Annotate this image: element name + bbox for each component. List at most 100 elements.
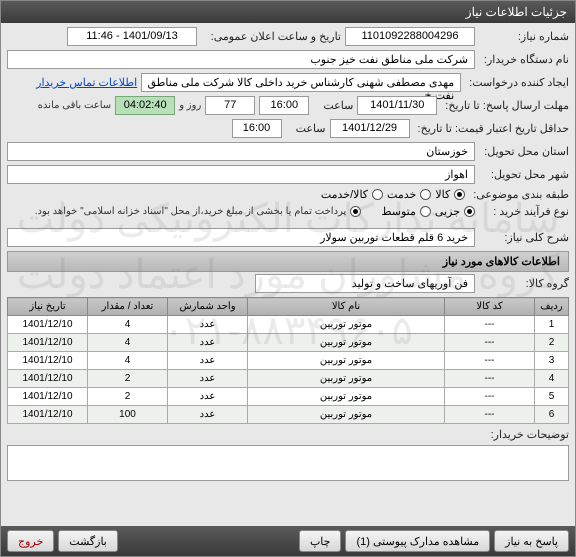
table-cell: 2	[88, 370, 168, 388]
table-cell: ---	[445, 352, 535, 370]
field-time-remain: 04:02:40	[115, 96, 175, 115]
window: جزئیات اطلاعات نیاز سامانه تدارکات الکتر…	[0, 0, 576, 557]
table-cell: عدد	[168, 352, 248, 370]
table-cell: ---	[445, 334, 535, 352]
print-button[interactable]: چاپ	[299, 530, 342, 552]
table-cell: عدد	[168, 406, 248, 424]
radio-payment[interactable]	[350, 206, 361, 217]
table-row[interactable]: 4---موتور توربینعدد21401/12/10	[8, 370, 569, 388]
table-cell: 1401/12/10	[8, 352, 88, 370]
table-cell: 1401/12/10	[8, 316, 88, 334]
radio-kala-label: کالا	[435, 188, 450, 201]
th-unit[interactable]: واحد شمارش	[168, 298, 248, 316]
contact-link[interactable]: اطلاعات تماس خریدار	[36, 76, 137, 89]
table-cell: 2	[535, 334, 569, 352]
field-validity-date: 1401/12/29	[330, 119, 410, 138]
radio-partial[interactable]	[464, 206, 475, 217]
label-validity: حداقل تاریخ اعتبار قیمت: تا تاریخ:	[414, 122, 569, 135]
footer-toolbar: پاسخ به نیاز مشاهده مدارک پیوستی (1) چاپ…	[1, 526, 575, 556]
reply-button[interactable]: پاسخ به نیاز	[494, 530, 569, 552]
radio-kala[interactable]	[454, 189, 465, 200]
exit-button[interactable]: خروج	[7, 530, 54, 552]
label-hour1: ساعت	[313, 99, 353, 112]
field-deadline-date: 1401/11/30	[357, 96, 437, 115]
table-cell: 1401/12/10	[8, 370, 88, 388]
field-need-summary: خرید 6 قلم قطعات توربین سولار	[7, 228, 475, 247]
window-title: جزئیات اطلاعات نیاز	[466, 5, 567, 19]
table-row[interactable]: 6---موتور توربینعدد1001401/12/10	[8, 406, 569, 424]
label-city: شهر محل تحویل:	[479, 168, 569, 181]
label-public-date: تاریخ و ساعت اعلان عمومی:	[201, 30, 341, 43]
label-need-summary: شرح کلی نیاز:	[479, 231, 569, 244]
goods-section-header: اطلاعات کالاهای مورد نیاز	[7, 251, 569, 272]
radio-medium[interactable]	[420, 206, 431, 217]
field-need-no: 1101092288004296	[345, 27, 475, 46]
th-row[interactable]: ردیف	[535, 298, 569, 316]
table-cell: 100	[88, 406, 168, 424]
buyer-notes-textarea[interactable]	[7, 445, 569, 481]
label-requester: ایجاد کننده درخواست:	[465, 76, 569, 89]
label-need-no: شماره نیاز:	[479, 30, 569, 43]
table-cell: عدد	[168, 370, 248, 388]
field-days-remain: 77	[205, 96, 255, 115]
payment-note: پرداخت تمام یا بخشی از مبلغ خرید،از محل …	[35, 206, 347, 217]
th-date[interactable]: تاریخ نیاز	[8, 298, 88, 316]
th-name[interactable]: نام کالا	[248, 298, 445, 316]
radio-medium-label: متوسط	[381, 205, 416, 218]
label-province: استان محل تحویل:	[479, 145, 569, 158]
table-row[interactable]: 3---موتور توربینعدد41401/12/10	[8, 352, 569, 370]
table-cell: 1401/12/10	[8, 388, 88, 406]
attachments-button[interactable]: مشاهده مدارک پیوستی (1)	[345, 530, 490, 552]
table-cell: 6	[535, 406, 569, 424]
radio-service-label: خدمت	[387, 188, 416, 201]
field-city: اهواز	[7, 165, 475, 184]
table-cell: ---	[445, 406, 535, 424]
table-row[interactable]: 5---موتور توربینعدد21401/12/10	[8, 388, 569, 406]
table-cell: موتور توربین	[248, 316, 445, 334]
label-day: روز و	[179, 100, 201, 111]
table-row[interactable]: 2---موتور توربینعدد41401/12/10	[8, 334, 569, 352]
label-buyer-notes: توضیحات خریدار:	[479, 428, 569, 441]
label-buy-type: نوع فرآیند خرید :	[479, 205, 569, 218]
table-cell: 4	[88, 352, 168, 370]
table-cell: 1401/12/10	[8, 334, 88, 352]
table-row[interactable]: 1---موتور توربینعدد41401/12/10	[8, 316, 569, 334]
table-cell: 5	[535, 388, 569, 406]
label-classification: طبقه بندی موضوعی:	[469, 188, 569, 201]
table-cell: 4	[88, 316, 168, 334]
table-cell: موتور توربین	[248, 334, 445, 352]
field-province: خوزستان	[7, 142, 475, 161]
table-cell: عدد	[168, 388, 248, 406]
table-cell: ---	[445, 316, 535, 334]
th-code[interactable]: کد کالا	[445, 298, 535, 316]
label-deadline: مهلت ارسال پاسخ: تا تاریخ:	[441, 99, 569, 112]
label-hour2: ساعت	[286, 122, 326, 135]
field-deadline-time: 16:00	[259, 96, 309, 115]
field-goods-group: فن آوریهای ساخت و تولید	[255, 274, 475, 293]
radio-service[interactable]	[420, 189, 431, 200]
table-cell: 3	[535, 352, 569, 370]
table-cell: موتور توربین	[248, 370, 445, 388]
field-public-date: 1401/09/13 - 11:46	[67, 27, 197, 46]
th-qty[interactable]: تعداد / مقدار	[88, 298, 168, 316]
table-cell: موتور توربین	[248, 352, 445, 370]
table-cell: موتور توربین	[248, 388, 445, 406]
field-validity-time: 16:00	[232, 119, 282, 138]
label-buyer-org: نام دستگاه خریدار:	[479, 53, 569, 66]
radio-partial-label: جزیی	[435, 205, 460, 218]
table-cell: ---	[445, 370, 535, 388]
radio-kala-service[interactable]	[372, 189, 383, 200]
table-cell: 1	[535, 316, 569, 334]
table-cell: عدد	[168, 316, 248, 334]
field-buyer-org: شرکت ملی مناطق نفت خیز جنوب	[7, 50, 475, 69]
label-goods-group: گروه کالا:	[479, 277, 569, 290]
radio-kala-service-label: کالا/خدمت	[321, 188, 368, 201]
table-cell: عدد	[168, 334, 248, 352]
content-area: سامانه تدارکات الکترونیکی دولت گروه مشاو…	[1, 23, 575, 526]
table-header-row: ردیف کد کالا نام کالا واحد شمارش تعداد /…	[8, 298, 569, 316]
titlebar: جزئیات اطلاعات نیاز	[1, 1, 575, 23]
field-requester: مهدی مصطفی شهنی کارشناس خرید داخلی کالا …	[141, 73, 461, 92]
back-button[interactable]: بازگشت	[58, 530, 118, 552]
table-cell: 1401/12/10	[8, 406, 88, 424]
table-cell: موتور توربین	[248, 406, 445, 424]
